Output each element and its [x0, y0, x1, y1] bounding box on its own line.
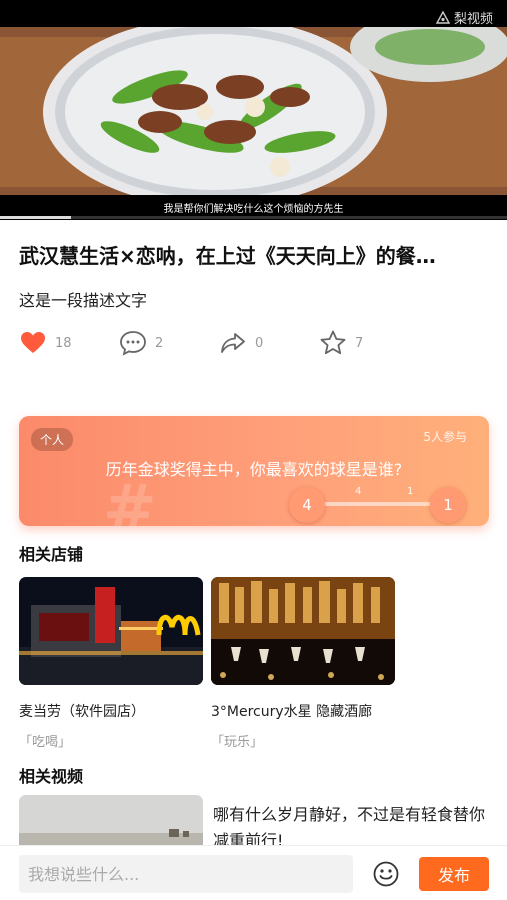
video-progress-bar[interactable] [0, 216, 507, 219]
share-button[interactable]: 0 [219, 327, 319, 359]
shop-name: 3°Mercury水星 隐藏酒廊 [211, 704, 373, 720]
poll-question: 历年金球奖得主中，你最喜欢的球星是谁? [105, 460, 403, 479]
poll-left-small-count: 4 [355, 486, 362, 497]
pear-logo-icon [435, 10, 450, 24]
video-frame-image [0, 27, 507, 195]
shop-category: 「玩乐」 [211, 735, 264, 750]
heart-icon [21, 332, 45, 353]
watermark-text: 梨视频 [453, 12, 493, 27]
related-videos-heading: 相关视频 [19, 767, 84, 786]
publish-button[interactable]: 发布 [419, 857, 489, 891]
star-icon [320, 330, 346, 355]
comment-button[interactable]: 2 [119, 327, 219, 359]
poll-type-badge: 个人 [31, 428, 74, 451]
poll-right-option[interactable]: 1 [430, 487, 466, 523]
comment-count: 2 [155, 335, 164, 351]
post-description: 这是一段描述文字 [19, 291, 148, 310]
shop-card[interactable]: 3°Mercury水星 隐藏酒廊 「玩乐」 [211, 577, 395, 750]
video-player[interactable]: 梨视频 我是帮你们解决吃什么这个烦恼的方先生 [0, 0, 507, 220]
shop-image-bar [211, 577, 395, 685]
poll-participants: 5人参与 [423, 430, 467, 444]
related-shops-heading: 相关店铺 [19, 545, 84, 564]
shop-image-mcdonalds [19, 577, 203, 685]
video-progress-fill [0, 216, 71, 219]
favorite-button[interactable]: 7 [319, 327, 419, 359]
shop-category: 「吃喝」 [19, 735, 72, 750]
video-subtitle: 我是帮你们解决吃什么这个烦恼的方先生 [163, 204, 344, 215]
like-count: 18 [55, 335, 72, 351]
poll-left-option[interactable]: 4 [289, 487, 325, 523]
share-count: 0 [255, 335, 264, 351]
shop-card[interactable]: 麦当劳（软件园店） 「吃喝」 [19, 577, 203, 750]
hash-decoration-icon: # [103, 472, 157, 526]
post-title: 武汉慧生活×恋呐，在上过《天天向上》的餐… [19, 244, 436, 268]
pear-video-watermark: 梨视频 [435, 8, 493, 27]
like-button[interactable]: 18 [19, 327, 119, 359]
comment-bubble-icon [120, 331, 146, 356]
poll-card[interactable]: # 个人 5人参与 历年金球奖得主中，你最喜欢的球星是谁? 4 4 1 1 [19, 416, 489, 526]
poll-right-small-count: 1 [407, 486, 414, 497]
shop-name: 麦当劳（软件园店） [19, 704, 145, 720]
favorite-count: 7 [355, 335, 364, 351]
comment-input[interactable] [19, 855, 353, 893]
share-arrow-icon [221, 333, 245, 353]
emoji-icon[interactable] [372, 860, 400, 888]
action-bar: 18 2 0 7 [19, 327, 419, 359]
comment-bar: 发布 [0, 845, 507, 900]
